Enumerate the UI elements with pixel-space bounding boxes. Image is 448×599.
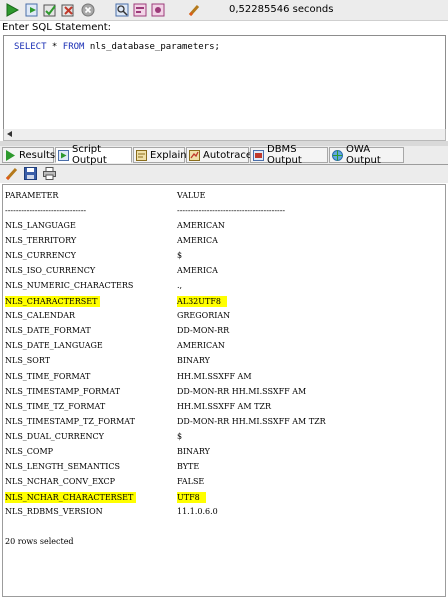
parameter-value: DD-MON-RR	[177, 326, 230, 336]
parameter-name: NLS_ISO_CURRENCY	[5, 266, 96, 276]
separator-parameter: ------------------------------	[5, 206, 87, 215]
dbms-icon	[253, 149, 264, 161]
parameter-value: AL32UTF8	[177, 296, 227, 308]
parameter-value: FALSE	[177, 476, 205, 486]
parameter-value: DD-MON-RR HH.MI.SSXFF AM TZR	[177, 416, 326, 426]
scroll-left-arrow-icon[interactable]	[7, 131, 12, 137]
parameter-value: HH.MI.SSXFF AM TZR	[177, 401, 271, 411]
header-parameter: PARAMETER	[5, 191, 59, 200]
parameter-name: NLS_DUAL_CURRENCY	[5, 431, 104, 441]
clear-output-icon[interactable]	[5, 167, 18, 181]
parameter-value: HH.MI.SSXFF AM	[177, 371, 252, 381]
tab-results-label: Results	[19, 149, 56, 161]
parameter-name: NLS_NCHAR_CONV_EXCP	[5, 476, 116, 486]
tab-dbms-output-label: DBMS Output	[267, 144, 302, 166]
output-toolbar	[0, 165, 448, 183]
tab-results[interactable]: Results	[2, 147, 56, 163]
tab-explain-label: Explain	[150, 149, 187, 161]
tab-owa-output[interactable]: OWA Output	[329, 144, 404, 166]
tab-autotrace-label: Autotrace	[203, 149, 253, 161]
parameter-value: 11.1.0.6.0	[177, 506, 218, 516]
parameter-name: NLS_TIMESTAMP_FORMAT	[5, 386, 121, 396]
parameter-name: NLS_NUMERIC_CHARACTERS	[5, 281, 134, 291]
globe-icon	[332, 149, 343, 161]
tab-owa-output-label: OWA Output	[346, 144, 381, 166]
parameter-name: NLS_RDBMS_VERSION	[5, 506, 103, 516]
print-icon[interactable]	[43, 167, 56, 180]
output-header: PARAMETER VALUE	[5, 191, 205, 205]
parameter-value: $	[177, 251, 183, 261]
unshared-sql-icon[interactable]	[150, 2, 166, 18]
parameter-value: .,	[177, 281, 183, 291]
parameter-name: NLS_DATE_LANGUAGE	[5, 341, 103, 351]
rollback-icon[interactable]	[60, 2, 76, 18]
sql-keyword-select: SELECT	[14, 42, 47, 52]
sql-keyword-from: FROM	[62, 42, 85, 52]
parameter-value: GREGORIAN	[177, 311, 231, 321]
header-value: VALUE	[177, 191, 206, 200]
autotrace-icon	[189, 149, 200, 161]
parameter-value: BYTE	[177, 461, 200, 471]
cancel-icon[interactable]	[80, 2, 96, 18]
parameter-name: NLS_CALENDAR	[5, 311, 76, 321]
explain-icon	[136, 149, 147, 161]
sql-table-name: nls_database_parameters;	[84, 42, 220, 52]
parameter-name: NLS_NCHAR_CHARACTERSET	[5, 491, 137, 503]
parameter-value: UTF8	[177, 491, 206, 503]
elapsed-time: 0,52285546 seconds	[229, 4, 334, 15]
parameter-name: NLS_CURRENCY	[5, 251, 76, 261]
parameter-name: NLS_SORT	[5, 356, 51, 366]
parameter-name: NLS_TERRITORY	[5, 236, 77, 246]
parameter-value: $	[177, 431, 183, 441]
main-toolbar: 0,52285546 seconds	[0, 0, 448, 21]
tab-dbms-output[interactable]: DBMS Output	[250, 144, 328, 166]
parameter-value: AMERICA	[177, 236, 218, 246]
sql-editor-label: Enter SQL Statement:	[2, 22, 111, 33]
sql-editor[interactable]: SELECT * FROM nls_database_parameters;	[3, 35, 446, 131]
script-icon	[58, 149, 69, 161]
parameter-name: NLS_DATE_FORMAT	[5, 326, 91, 336]
parameter-name: NLS_TIMESTAMP_TZ_FORMAT	[5, 416, 135, 426]
output-tabs: Results Script Output Explain Autotrace …	[0, 144, 448, 166]
output-separator: ------------------------------ ---------…	[5, 206, 285, 220]
format-icon[interactable]	[132, 2, 148, 18]
clear-icon[interactable]	[186, 2, 202, 18]
play-icon	[5, 149, 16, 161]
parameter-value: AMERICA	[177, 266, 218, 276]
tab-explain[interactable]: Explain	[133, 147, 187, 163]
sql-tuning-icon[interactable]	[114, 2, 130, 18]
parameter-value: DD-MON-RR HH.MI.SSXFF AM	[177, 386, 307, 396]
parameter-value: AMERICAN	[177, 341, 225, 351]
tab-autotrace[interactable]: Autotrace	[186, 147, 253, 163]
run-script-icon[interactable]	[24, 2, 40, 18]
sql-statement: SELECT * FROM nls_database_parameters;	[14, 42, 220, 52]
run-statement-icon[interactable]	[4, 2, 20, 18]
parameter-name: NLS_CHARACTERSET	[5, 296, 101, 308]
save-icon[interactable]	[24, 167, 37, 180]
commit-icon[interactable]	[42, 2, 58, 18]
script-output-panel[interactable]: PARAMETER VALUE ------------------------…	[2, 184, 446, 597]
parameter-name: NLS_TIME_FORMAT	[5, 371, 91, 381]
tab-script-output[interactable]: Script Output	[55, 144, 132, 166]
parameter-value: BINARY	[177, 446, 210, 456]
parameter-name: NLS_LENGTH_SEMANTICS	[5, 461, 121, 471]
tab-script-output-label: Script Output	[72, 144, 107, 166]
sql-star: *	[46, 42, 63, 52]
parameter-value: AMERICAN	[177, 221, 225, 230]
parameter-name: NLS_TIME_TZ_FORMAT	[5, 401, 106, 411]
parameter-value: BINARY	[177, 356, 210, 366]
editor-horizontal-scrollbar[interactable]	[3, 129, 446, 141]
parameter-name: NLS_LANGUAGE	[5, 221, 76, 230]
rows-selected-text: 20 rows selected	[5, 537, 74, 546]
separator-value: ----------------------------------------	[177, 206, 286, 215]
parameter-name: NLS_COMP	[5, 446, 54, 456]
